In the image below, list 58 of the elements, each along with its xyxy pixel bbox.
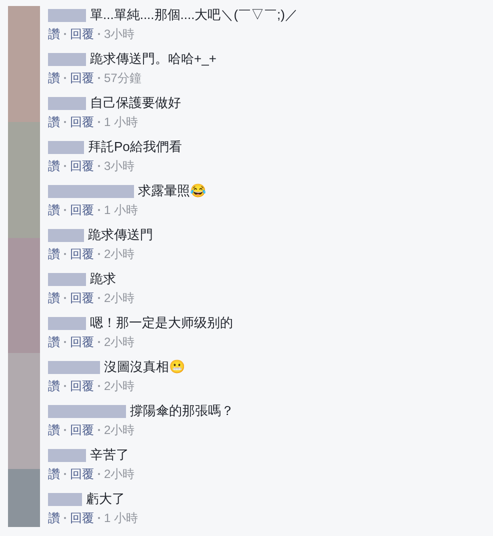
like-link[interactable]: 讚: [48, 157, 60, 175]
comment-text: 虧大了: [86, 490, 125, 508]
like-link[interactable]: 讚: [48, 333, 60, 351]
blurred-name: [48, 52, 86, 66]
reply-link[interactable]: 回覆: [70, 25, 94, 43]
reply-link[interactable]: 回覆: [70, 245, 94, 263]
like-link[interactable]: 讚: [48, 465, 60, 483]
like-link[interactable]: 讚: [48, 289, 60, 307]
like-link[interactable]: 讚: [48, 245, 60, 263]
reply-link[interactable]: 回覆: [70, 157, 94, 175]
blurred-name: [48, 272, 86, 286]
like-link[interactable]: 讚: [48, 201, 60, 219]
comment-text: 沒圖沒真相😬: [104, 358, 185, 376]
comment-time: 57分鐘: [104, 70, 142, 87]
like-link[interactable]: 讚: [48, 421, 60, 439]
comment-time: 1 小時: [104, 202, 138, 219]
comment-text: 辛苦了: [90, 446, 129, 464]
blurred-name: [48, 316, 86, 330]
like-link[interactable]: 讚: [48, 377, 60, 395]
comment-time: 2小時: [104, 334, 135, 351]
reply-link[interactable]: 回覆: [70, 333, 94, 351]
comment-time: 2小時: [104, 290, 135, 307]
like-link[interactable]: 讚: [48, 113, 60, 131]
comment-text: 跪求傳送門。哈哈+_+: [90, 50, 216, 68]
comment-text: 單...單純....那個....大吧＼(￣▽￣;)／: [90, 6, 298, 24]
reply-link[interactable]: 回覆: [70, 377, 94, 395]
reply-link[interactable]: 回覆: [70, 289, 94, 307]
comment-time: 2小時: [104, 466, 135, 483]
comment-time: 3小時: [104, 158, 135, 175]
blurred-name: [48, 8, 86, 22]
reply-link[interactable]: 回覆: [70, 509, 94, 527]
comment-time: 1 小時: [104, 510, 138, 527]
reply-link[interactable]: 回覆: [70, 69, 94, 87]
comment-text: 自己保護要做好: [90, 94, 181, 112]
comment-time: 3小時: [104, 26, 135, 43]
blurred-name: [48, 360, 100, 374]
blurred-name: [48, 140, 84, 154]
blurred-name: [48, 492, 82, 506]
comment-text: 撐陽傘的那張嗎？: [130, 402, 234, 420]
reply-link[interactable]: 回覆: [70, 113, 94, 131]
reply-link[interactable]: 回覆: [70, 201, 94, 219]
like-link[interactable]: 讚: [48, 69, 60, 87]
like-link[interactable]: 讚: [48, 25, 60, 43]
comment-time: 1 小時: [104, 114, 138, 131]
blurred-name: [48, 228, 84, 242]
comment-time: 2小時: [104, 378, 135, 395]
like-link[interactable]: 讚: [48, 509, 60, 527]
reply-link[interactable]: 回覆: [70, 421, 94, 439]
comment-text: 拜託Po給我們看: [88, 138, 182, 156]
comment-text: 求露暈照😂: [138, 182, 206, 200]
blurred-name: [48, 96, 86, 110]
comment-time: 2小時: [104, 246, 135, 263]
reply-link[interactable]: 回覆: [70, 465, 94, 483]
comment-text: 跪求傳送門: [88, 226, 153, 244]
comment-time: 2小時: [104, 422, 135, 439]
comment-text: 跪求: [90, 270, 116, 288]
blurred-name: [48, 448, 86, 462]
comment-text: 嗯！那一定是大师级别的: [90, 314, 233, 332]
